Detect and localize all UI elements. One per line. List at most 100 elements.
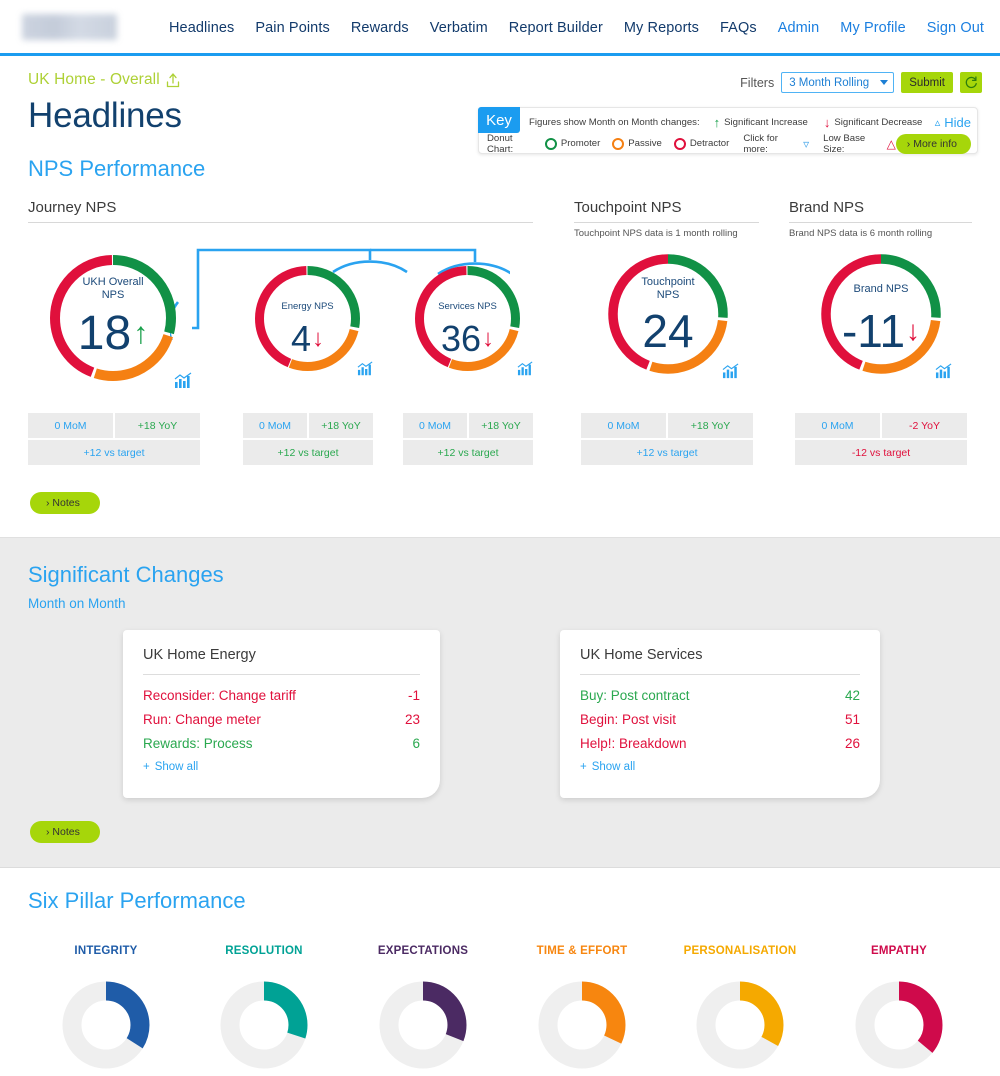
- arrow-down-icon: ↓: [823, 114, 831, 130]
- refresh-button[interactable]: [960, 72, 982, 93]
- filters-label: Filters: [740, 75, 775, 90]
- metric-target: +12 vs target: [243, 440, 373, 465]
- donut-value: -11: [841, 305, 906, 357]
- card-uk-home-services[interactable]: UK Home Services Buy: Post contract 42 B…: [560, 630, 880, 798]
- significant-changes-heading: Significant Changes: [28, 562, 224, 587]
- show-all-button[interactable]: + Show all: [143, 761, 420, 773]
- bar-chart-icon[interactable]: [517, 361, 534, 377]
- donut-label-line1: Services NPS: [438, 301, 497, 312]
- hide-key-button[interactable]: ▵ Hide: [935, 115, 971, 130]
- breadcrumb-label: UK Home - Overall: [28, 71, 160, 88]
- pillar-integrity[interactable]: INTEGRITY: [47, 945, 165, 1076]
- card-row[interactable]: Begin: Post visit 51: [580, 712, 860, 727]
- card-uk-home-energy[interactable]: UK Home Energy Reconsider: Change tariff…: [123, 630, 440, 798]
- notes-button-significant-changes[interactable]: › Notes: [30, 821, 100, 843]
- pillar-label: EXPECTATIONS: [377, 945, 469, 957]
- more-info-label: More info: [913, 137, 957, 150]
- pillar-resolution[interactable]: RESOLUTION: [205, 945, 323, 1076]
- pillar-donut-svg: [220, 981, 308, 1069]
- donut-label-line2: NPS: [101, 289, 125, 301]
- show-all-button[interactable]: + Show all: [580, 761, 860, 773]
- nav-item-pain-points[interactable]: Pain Points: [255, 20, 329, 36]
- pillar-expectations[interactable]: EXPECTATIONS: [364, 945, 482, 1076]
- metric-target: +12 vs target: [581, 440, 753, 465]
- share-icon[interactable]: [166, 72, 180, 88]
- nav-item-my-profile[interactable]: My Profile: [840, 20, 905, 36]
- key-badge: Key: [478, 107, 520, 133]
- detractor-ring-icon: [673, 137, 686, 150]
- pillar-personalisation[interactable]: PERSONALISATION: [681, 945, 799, 1076]
- nav-item-verbatim[interactable]: Verbatim: [430, 20, 488, 36]
- pillar-donut-svg: [379, 981, 467, 1069]
- notes-button-nps[interactable]: › Notes: [30, 492, 100, 514]
- nav-item-sign-out[interactable]: Sign Out: [927, 20, 984, 36]
- submit-button[interactable]: Submit: [901, 72, 953, 93]
- metrics-touchpoint-nps: 0 MoM +18 YoY +12 vs target: [581, 413, 753, 465]
- donut-services-nps[interactable]: Services NPS 36 ↓: [411, 262, 533, 376]
- donut-brand-nps[interactable]: Brand NPS -11 ↓: [817, 250, 952, 379]
- pillar-label: EMPATHY: [871, 945, 927, 957]
- key-passive: Passive: [628, 138, 662, 149]
- donut-touchpoint-nps[interactable]: Touchpoint NPS 24: [604, 250, 739, 379]
- key-legend-panel: Key Figures show Month on Month changes:…: [478, 107, 978, 155]
- six-pillar-heading: Six Pillar Performance: [28, 888, 246, 913]
- main-nav: Headlines Pain Points Rewards Verbatim R…: [169, 0, 984, 56]
- card-row-value: 51: [844, 712, 860, 727]
- card-row[interactable]: Buy: Post contract 42: [580, 688, 860, 703]
- plus-icon: +: [580, 761, 587, 773]
- nav-item-admin[interactable]: Admin: [778, 20, 820, 36]
- nps-performance-heading: NPS Performance: [28, 156, 206, 181]
- breadcrumb[interactable]: UK Home - Overall: [28, 71, 180, 89]
- card-row-label: Begin: Post visit: [580, 712, 677, 727]
- more-info-button[interactable]: › More info: [895, 133, 971, 154]
- donut-value: 36: [440, 318, 482, 359]
- brand-logo[interactable]: [22, 14, 117, 40]
- donut-ukh-overall-nps[interactable]: UKH Overall NPS 18 ↑: [45, 250, 192, 388]
- card-row-label: Buy: Post contract: [580, 688, 690, 703]
- card-row-label: Help!: Breakdown: [580, 736, 687, 751]
- card-row-value: 42: [844, 688, 860, 703]
- pillar-label: INTEGRITY: [74, 945, 138, 957]
- key-significant-increase: Significant Increase: [724, 116, 808, 128]
- nav-item-faqs[interactable]: FAQs: [720, 20, 757, 36]
- column-sub-brand: Brand NPS data is 6 month rolling: [789, 228, 933, 239]
- column-title-touchpoint-nps: Touchpoint NPS: [574, 199, 682, 216]
- chevron-up-icon: ▵: [934, 116, 941, 129]
- bar-chart-icon[interactable]: [722, 363, 740, 380]
- chevron-down-icon: ▿: [803, 136, 810, 151]
- filter-period-value: 3 Month Rolling: [789, 77, 870, 89]
- donut-label-line1: UKH Overall: [82, 276, 144, 288]
- pillar-time-and-effort[interactable]: TIME & EFFORT: [523, 945, 641, 1076]
- donut-energy-nps[interactable]: Energy NPS 4 ↓: [251, 262, 373, 376]
- column-title-journey-nps: Journey NPS: [28, 199, 117, 216]
- filter-period-select[interactable]: 3 Month Rolling: [781, 72, 895, 93]
- card-row-label: Run: Change meter: [143, 712, 261, 727]
- bar-chart-icon[interactable]: [174, 372, 193, 390]
- card-row[interactable]: Reconsider: Change tariff -1: [143, 688, 420, 703]
- trend-down-icon: ↓: [906, 315, 921, 347]
- donut-value: 24: [642, 305, 694, 357]
- show-all-label: Show all: [154, 761, 199, 773]
- column-rule-journey: [28, 222, 533, 223]
- pillar-donut-svg: [696, 981, 784, 1069]
- bar-chart-icon[interactable]: [935, 363, 953, 380]
- nav-item-headlines[interactable]: Headlines: [169, 20, 234, 36]
- nav-item-rewards[interactable]: Rewards: [351, 20, 409, 36]
- metric-yoy: -2 YoY: [882, 413, 967, 438]
- card-row-label: Rewards: Process: [143, 736, 253, 751]
- metrics-ukh-overall-nps: 0 MoM +18 YoY +12 vs target: [28, 413, 200, 465]
- nav-item-my-reports[interactable]: My Reports: [624, 20, 699, 36]
- card-row[interactable]: Rewards: Process 6: [143, 736, 420, 751]
- card-row-value: 26: [844, 736, 860, 751]
- metric-yoy: +18 YoY: [469, 413, 533, 438]
- nav-item-report-builder[interactable]: Report Builder: [509, 20, 603, 36]
- hide-label: Hide: [944, 114, 971, 130]
- key-click-for-more: Click for more:: [743, 132, 778, 155]
- card-row[interactable]: Help!: Breakdown 26: [580, 736, 860, 751]
- pillar-empathy[interactable]: EMPATHY: [840, 945, 958, 1076]
- card-row[interactable]: Run: Change meter 23: [143, 712, 420, 727]
- donut-label-line1: Energy NPS: [281, 301, 334, 312]
- pillar-label: RESOLUTION: [225, 945, 303, 957]
- metric-mom: 0 MoM: [403, 413, 467, 438]
- bar-chart-icon[interactable]: [357, 361, 374, 377]
